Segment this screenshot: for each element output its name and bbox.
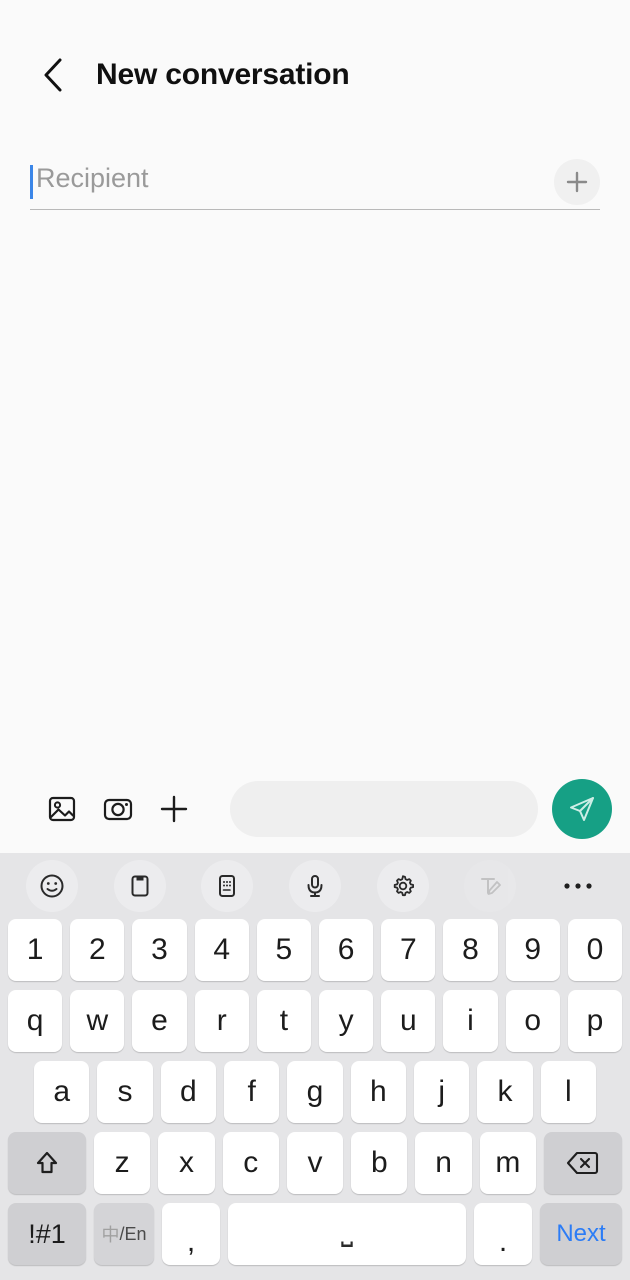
- key-k[interactable]: k: [477, 1061, 533, 1123]
- key-l[interactable]: l: [540, 1061, 596, 1123]
- voice-input-button[interactable]: [289, 860, 342, 912]
- key-n[interactable]: n: [415, 1132, 472, 1194]
- handwriting-button[interactable]: [464, 860, 517, 912]
- language-label-en: /En: [119, 1223, 147, 1244]
- key-q[interactable]: q: [7, 990, 63, 1052]
- space-glyph: ⎵: [341, 1214, 353, 1247]
- compose-bar: [0, 765, 630, 853]
- microphone-icon: [307, 875, 323, 897]
- keyboard-row-bottom: z x c v b n m: [0, 1132, 630, 1194]
- conversation-area: [0, 210, 630, 765]
- chevron-left-icon: [44, 58, 62, 92]
- plus-icon: [160, 795, 188, 823]
- key-6[interactable]: 6: [319, 919, 374, 981]
- key-b[interactable]: b: [351, 1132, 408, 1194]
- key-f[interactable]: f: [224, 1061, 280, 1123]
- virtual-keyboard: 1 2 3 4 5 6 7 8 9 0 q w e r t y u i o p …: [0, 853, 630, 1280]
- keyboard-row-function: !#1 中/En , ⎵ . Next: [0, 1203, 630, 1265]
- key-t[interactable]: t: [256, 990, 311, 1052]
- back-button[interactable]: [30, 52, 76, 98]
- camera-icon: [103, 798, 133, 821]
- key-d[interactable]: d: [160, 1061, 216, 1123]
- backspace-key[interactable]: [543, 1132, 622, 1194]
- shift-key[interactable]: [8, 1132, 87, 1194]
- key-2[interactable]: 2: [70, 919, 125, 981]
- keyboard-toolbar: [0, 853, 630, 919]
- send-paper-plane-icon: [570, 797, 594, 821]
- handwriting-icon: [481, 878, 502, 895]
- keyboard-settings-button[interactable]: [376, 860, 429, 912]
- key-3[interactable]: 3: [132, 919, 187, 981]
- new-conversation-screen: New conversation Recipient 1 2 3 4 5 6 7…: [0, 0, 630, 1280]
- key-0[interactable]: 0: [567, 919, 623, 981]
- key-p[interactable]: p: [567, 990, 623, 1052]
- key-u[interactable]: u: [381, 990, 436, 1052]
- comma-key[interactable]: ,: [162, 1203, 220, 1265]
- clipboard-icon: [131, 875, 149, 897]
- next-action-key[interactable]: Next: [540, 1203, 622, 1265]
- key-a[interactable]: a: [34, 1061, 90, 1123]
- keyboard-row-home: a s d f g h j k l: [0, 1061, 630, 1123]
- key-7[interactable]: 7: [381, 919, 436, 981]
- language-toggle-key[interactable]: 中/En: [94, 1203, 154, 1265]
- key-x[interactable]: x: [158, 1132, 215, 1194]
- key-e[interactable]: e: [132, 990, 187, 1052]
- space-key[interactable]: ⎵: [228, 1203, 466, 1265]
- send-button[interactable]: [552, 779, 612, 839]
- page-title: New conversation: [96, 58, 350, 91]
- more-options-button[interactable]: [552, 860, 604, 912]
- key-8[interactable]: 8: [443, 919, 498, 981]
- keyboard-row-numbers: 1 2 3 4 5 6 7 8 9 0: [0, 919, 630, 981]
- key-9[interactable]: 9: [505, 919, 560, 981]
- plus-icon: [566, 171, 588, 192]
- backspace-icon: [566, 1151, 599, 1175]
- text-caret: [30, 164, 33, 199]
- shift-arrow-icon: [36, 1151, 58, 1174]
- key-v[interactable]: v: [286, 1132, 344, 1194]
- more-options-icon: [564, 883, 592, 889]
- key-4[interactable]: 4: [194, 919, 249, 981]
- key-r[interactable]: r: [194, 990, 249, 1052]
- message-input[interactable]: [230, 781, 538, 837]
- key-w[interactable]: w: [70, 990, 125, 1052]
- keyboard-row-top: q w e r t y u i o p: [0, 990, 630, 1052]
- attach-more-button[interactable]: [146, 781, 202, 837]
- key-m[interactable]: m: [479, 1132, 536, 1194]
- sticker-pad-button[interactable]: [201, 860, 254, 912]
- key-1[interactable]: 1: [7, 919, 63, 981]
- key-y[interactable]: y: [319, 990, 374, 1052]
- sticker-pad-icon: [219, 875, 236, 897]
- key-j[interactable]: j: [413, 1061, 470, 1123]
- clipboard-button[interactable]: [113, 860, 166, 912]
- symbols-key[interactable]: !#1: [8, 1203, 86, 1265]
- language-label-cn: 中: [101, 1225, 120, 1245]
- camera-button[interactable]: [90, 781, 146, 837]
- recipient-input[interactable]: [34, 163, 554, 200]
- key-h[interactable]: h: [350, 1061, 406, 1123]
- key-5[interactable]: 5: [256, 919, 311, 981]
- add-recipient-button[interactable]: [554, 158, 600, 205]
- period-key[interactable]: .: [474, 1203, 532, 1265]
- status-bar: [0, 0, 630, 36]
- key-z[interactable]: z: [94, 1132, 151, 1194]
- app-header: New conversation: [0, 36, 630, 114]
- image-icon: [48, 796, 76, 822]
- gallery-button[interactable]: [34, 781, 90, 837]
- recipient-field-row: [30, 154, 600, 210]
- emoji-button[interactable]: [26, 860, 78, 912]
- settings-gear-icon: [393, 875, 414, 897]
- key-i[interactable]: i: [443, 990, 498, 1052]
- key-s[interactable]: s: [97, 1061, 153, 1123]
- emoji-icon: [40, 874, 64, 898]
- key-g[interactable]: g: [287, 1061, 343, 1123]
- key-c[interactable]: c: [222, 1132, 279, 1194]
- key-o[interactable]: o: [505, 990, 560, 1052]
